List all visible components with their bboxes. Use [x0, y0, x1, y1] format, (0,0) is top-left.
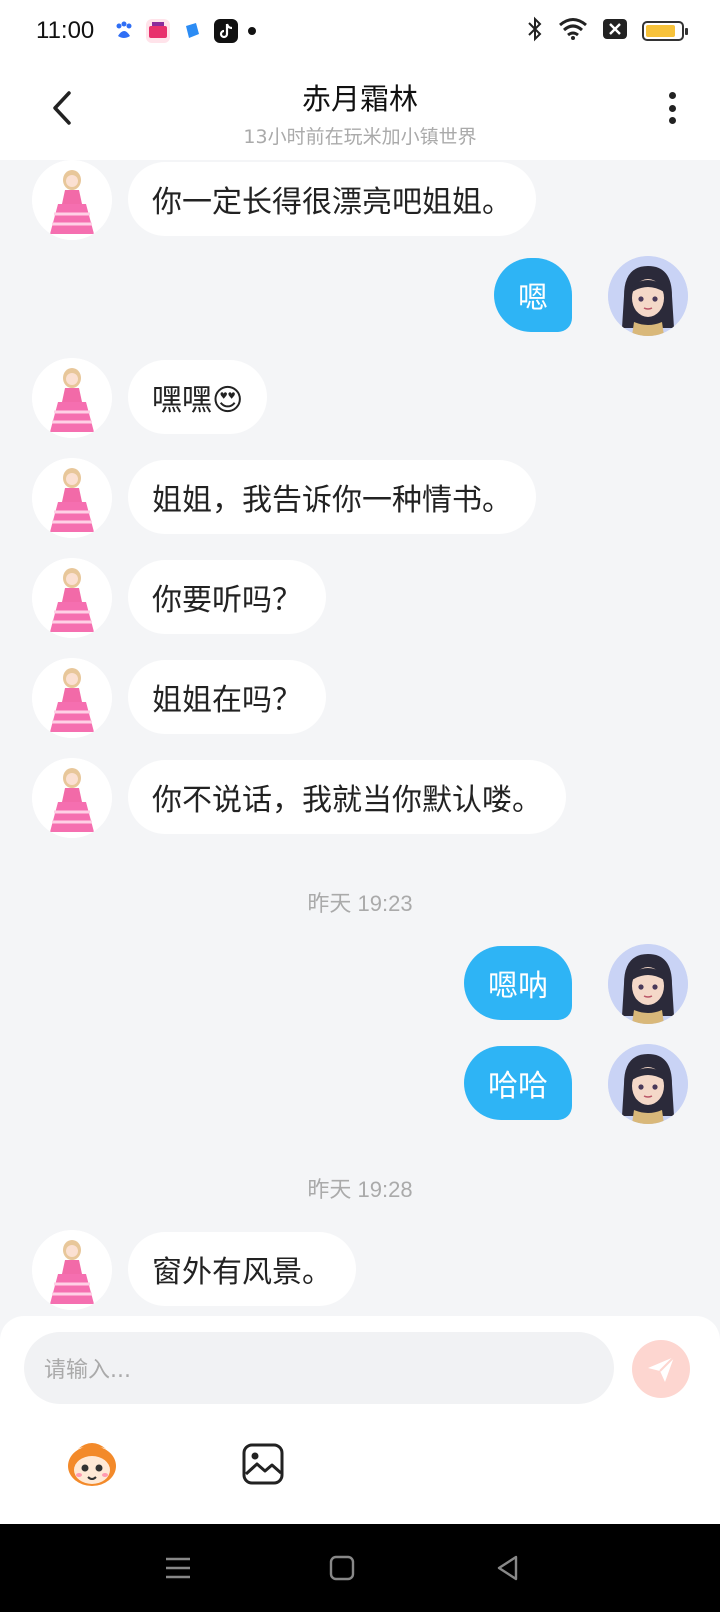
image-button[interactable]: [233, 1434, 293, 1494]
contact-avatar[interactable]: [32, 458, 112, 538]
message-bubble[interactable]: 嘿嘿😍: [128, 360, 268, 434]
back-triangle-icon: [497, 1555, 518, 1581]
outgoing-message: 嗯: [0, 256, 720, 336]
bluetooth-icon: [526, 16, 544, 46]
message-bubble[interactable]: 哈哈: [464, 1046, 572, 1120]
message-bubble[interactable]: 姐姐在吗？: [128, 660, 326, 734]
incoming-message: 你一定长得很漂亮吧姐姐。: [0, 160, 720, 240]
my-avatar[interactable]: [608, 944, 688, 1024]
status-bar: 11:00: [0, 0, 720, 62]
incoming-message: 姐姐在吗？: [0, 658, 720, 738]
wifi-icon: [558, 17, 588, 45]
notification-dot-icon: [248, 27, 257, 35]
blue-app-icon: [180, 19, 205, 43]
contact-avatar[interactable]: [32, 558, 112, 638]
back-nav-button[interactable]: [488, 1548, 528, 1588]
sticker-button[interactable]: [62, 1434, 122, 1494]
outgoing-message: 哈哈: [0, 1044, 720, 1124]
status-app-icons: [112, 19, 257, 43]
menu-nav-button[interactable]: [158, 1548, 198, 1588]
message-bubble[interactable]: 姐姐，我告诉你一种情书。: [128, 460, 536, 534]
battery-icon: [642, 21, 688, 41]
monkey-face-icon: [68, 1443, 116, 1486]
more-options-button[interactable]: [660, 88, 684, 128]
status-time: 11:00: [36, 17, 95, 44]
contact-avatar[interactable]: [32, 1230, 112, 1310]
timestamp-separator: 昨天 19:28: [307, 1177, 413, 1202]
system-nav-bar: [0, 1524, 720, 1612]
title-block: 赤月霜林 13小时前在玩米加小镇世界: [0, 76, 720, 149]
my-avatar[interactable]: [608, 1044, 688, 1124]
tiktok-icon: [214, 19, 239, 43]
baidu-icon: [112, 19, 137, 43]
video-app-icon: [146, 19, 171, 43]
message-list[interactable]: 你一定长得很漂亮吧姐姐。嗯嘿嘿😍 姐姐，我告诉你一种情书。 你要听吗？ 姐姐在吗？ 你不…: [0, 160, 720, 1316]
chat-header: 赤月霜林 13小时前在玩米加小镇世界: [0, 62, 720, 160]
send-icon: [648, 1356, 675, 1382]
incoming-message: 姐姐，我告诉你一种情书。: [0, 458, 720, 538]
timestamp-separator: 昨天 19:23: [307, 891, 413, 916]
incoming-message: 你不说话，我就当你默认喽。: [0, 758, 720, 838]
incoming-message: 嘿嘿😍: [0, 358, 720, 438]
incoming-message: 窗外有风景。: [0, 1230, 720, 1310]
chat-subtitle: 13小时前在玩米加小镇世界: [243, 126, 477, 148]
battery-level: [646, 25, 675, 37]
message-bubble[interactable]: 窗外有风景。: [128, 1232, 356, 1306]
message-input[interactable]: 请输入...: [24, 1332, 614, 1404]
input-placeholder: 请输入...: [44, 1358, 131, 1383]
chat-title: 赤月霜林: [301, 82, 418, 116]
home-nav-button[interactable]: [322, 1548, 362, 1588]
my-avatar[interactable]: [608, 256, 688, 336]
message-bubble[interactable]: 你一定长得很漂亮吧姐姐。: [128, 162, 536, 236]
message-bubble[interactable]: 你要听吗？: [128, 560, 326, 634]
menu-icon: [166, 1557, 190, 1579]
contact-avatar[interactable]: [32, 160, 112, 240]
contact-avatar[interactable]: [32, 358, 112, 438]
contact-avatar[interactable]: [32, 758, 112, 838]
message-bubble[interactable]: 你不说话，我就当你默认喽。: [128, 760, 566, 834]
incoming-message: 你要听吗？: [0, 558, 720, 638]
status-indicators: [526, 16, 688, 46]
home-square-icon: [329, 1555, 355, 1581]
more-dot-icon: [668, 117, 676, 124]
contact-avatar[interactable]: [32, 658, 112, 738]
send-button[interactable]: [632, 1340, 690, 1398]
message-bubble[interactable]: 嗯: [494, 258, 572, 332]
more-dot-icon: [668, 104, 676, 112]
more-dot-icon: [668, 92, 676, 99]
sim-off-icon: [602, 18, 628, 44]
image-icon: [242, 1443, 284, 1485]
outgoing-message: 嗯呐: [0, 944, 720, 1024]
input-panel: 请输入...: [0, 1316, 720, 1524]
message-bubble[interactable]: 嗯呐: [464, 946, 572, 1020]
